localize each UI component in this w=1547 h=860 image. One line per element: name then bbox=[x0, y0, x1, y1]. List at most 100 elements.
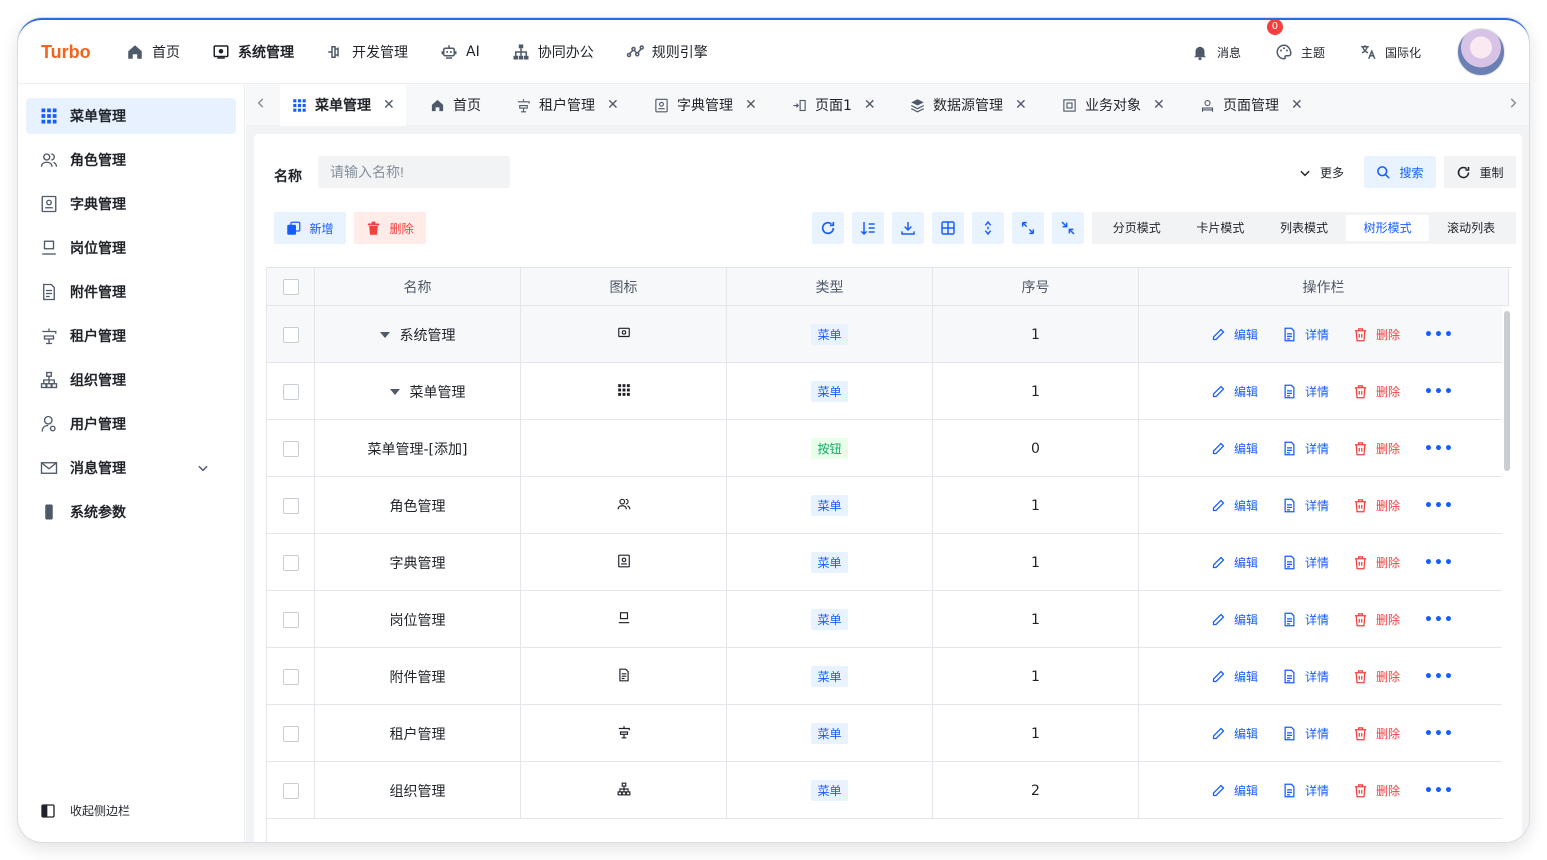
edit-button[interactable]: 编辑 bbox=[1211, 497, 1258, 514]
tab-home[interactable]: 首页 bbox=[418, 84, 481, 126]
edit-button[interactable]: 编辑 bbox=[1211, 668, 1258, 685]
sidebar-item-post[interactable]: 岗位管理 bbox=[26, 230, 236, 266]
refresh-table-button[interactable] bbox=[812, 212, 844, 244]
tab-dictionary[interactable]: 字典管理 ✕ bbox=[642, 84, 757, 126]
mode-list[interactable]: 列表模式 bbox=[1262, 215, 1346, 241]
delete-button[interactable]: 删除 bbox=[1353, 611, 1400, 628]
sidebar-item-org[interactable]: 组织管理 bbox=[26, 362, 236, 398]
topnav-home[interactable]: 首页 bbox=[126, 42, 180, 62]
detail-button[interactable]: 详情 bbox=[1282, 611, 1329, 628]
more-actions-icon[interactable]: ••• bbox=[1424, 726, 1454, 742]
tab-datasource[interactable]: 数据源管理 ✕ bbox=[898, 84, 1027, 126]
delete-button[interactable]: 删除 bbox=[1353, 383, 1400, 400]
tab-business-object[interactable]: 业务对象 ✕ bbox=[1050, 84, 1165, 126]
close-icon[interactable]: ✕ bbox=[745, 97, 757, 113]
table-row[interactable]: 岗位管理 菜单 1 编辑 详情 删除 ••• bbox=[267, 591, 1509, 648]
row-checkbox[interactable] bbox=[282, 383, 299, 400]
table-row[interactable]: 组织管理 菜单 2 编辑 详情 删除 ••• bbox=[267, 762, 1509, 819]
more-actions-icon[interactable]: ••• bbox=[1424, 384, 1454, 400]
more-actions-icon[interactable]: ••• bbox=[1424, 441, 1454, 457]
delete-button[interactable]: 删除 bbox=[1353, 725, 1400, 742]
row-checkbox[interactable] bbox=[282, 782, 299, 799]
table-row[interactable]: 字典管理 菜单 1 编辑 详情 删除 ••• bbox=[267, 534, 1509, 591]
download-button[interactable] bbox=[892, 212, 924, 244]
topnav-collab[interactable]: 协同办公 bbox=[512, 42, 594, 62]
detail-button[interactable]: 详情 bbox=[1282, 668, 1329, 685]
column-header-name[interactable]: 名称 bbox=[315, 268, 521, 306]
row-checkbox[interactable] bbox=[282, 611, 299, 628]
sort-button[interactable] bbox=[852, 212, 884, 244]
select-all-checkbox[interactable] bbox=[282, 278, 299, 295]
table-row[interactable]: 菜单管理-[添加] 按钮 0 编辑 详情 删除 ••• bbox=[267, 420, 1509, 477]
close-icon[interactable]: ✕ bbox=[1153, 97, 1165, 113]
mode-pagination[interactable]: 分页模式 bbox=[1095, 215, 1179, 241]
detail-button[interactable]: 详情 bbox=[1282, 497, 1329, 514]
sidebar-item-attachment[interactable]: 附件管理 bbox=[26, 274, 236, 310]
column-header-order[interactable]: 序号 bbox=[933, 268, 1139, 306]
close-icon[interactable]: ✕ bbox=[607, 97, 619, 113]
more-actions-icon[interactable]: ••• bbox=[1424, 612, 1454, 628]
more-actions-icon[interactable]: ••• bbox=[1424, 498, 1454, 514]
expand-caret-icon[interactable] bbox=[379, 331, 390, 338]
column-header-type[interactable]: 类型 bbox=[727, 268, 933, 306]
edit-button[interactable]: 编辑 bbox=[1211, 725, 1258, 742]
sidebar-item-dictionary[interactable]: 字典管理 bbox=[26, 186, 236, 222]
chevron-left-icon[interactable] bbox=[254, 96, 268, 110]
tab-page1[interactable]: 页面1 ✕ bbox=[780, 84, 876, 126]
name-search-input[interactable] bbox=[318, 156, 510, 188]
detail-button[interactable]: 详情 bbox=[1282, 440, 1329, 457]
delete-button[interactable]: 删除 bbox=[1353, 554, 1400, 571]
edit-button[interactable]: 编辑 bbox=[1211, 326, 1258, 343]
table-row[interactable]: 附件管理 菜单 1 编辑 详情 删除 ••• bbox=[267, 648, 1509, 705]
table-row[interactable]: 系统管理 菜单 1 编辑 详情 删除 ••• bbox=[267, 306, 1509, 363]
delete-button[interactable]: 删除 bbox=[1353, 668, 1400, 685]
row-checkbox[interactable] bbox=[282, 326, 299, 343]
edit-button[interactable]: 编辑 bbox=[1211, 440, 1258, 457]
add-button[interactable]: 新增 bbox=[274, 212, 346, 244]
close-icon[interactable]: ✕ bbox=[383, 97, 395, 113]
topnav-system[interactable]: 系统管理 bbox=[212, 42, 294, 62]
tab-tenant[interactable]: 租户管理 ✕ bbox=[504, 84, 619, 126]
detail-button[interactable]: 详情 bbox=[1282, 725, 1329, 742]
delete-button[interactable]: 删除 bbox=[1353, 782, 1400, 799]
sidebar-item-params[interactable]: 系统参数 bbox=[26, 494, 236, 530]
table-row[interactable]: 菜单管理 菜单 1 编辑 详情 删除 ••• bbox=[267, 363, 1509, 420]
user-avatar[interactable] bbox=[1457, 28, 1505, 76]
detail-button[interactable]: 详情 bbox=[1282, 554, 1329, 571]
row-checkbox[interactable] bbox=[282, 668, 299, 685]
topnav-ai[interactable]: AI bbox=[440, 43, 480, 61]
scrollbar-thumb[interactable] bbox=[1504, 311, 1510, 471]
reset-button[interactable]: 重制 bbox=[1444, 156, 1516, 188]
more-filters-button[interactable]: 更多 bbox=[1298, 164, 1344, 181]
close-icon[interactable]: ✕ bbox=[864, 97, 876, 113]
sidebar-item-role[interactable]: 角色管理 bbox=[26, 142, 236, 178]
edit-button[interactable]: 编辑 bbox=[1211, 554, 1258, 571]
language-button[interactable]: 国际化 bbox=[1359, 43, 1421, 61]
fullscreen-button[interactable] bbox=[1012, 212, 1044, 244]
table-row[interactable]: 角色管理 菜单 1 编辑 详情 删除 ••• bbox=[267, 477, 1509, 534]
mode-scroll[interactable]: 滚动列表 bbox=[1429, 215, 1513, 241]
sidebar-item-menu[interactable]: 菜单管理 bbox=[26, 98, 236, 134]
edit-button[interactable]: 编辑 bbox=[1211, 611, 1258, 628]
expand-caret-icon[interactable] bbox=[389, 388, 400, 395]
mode-card[interactable]: 卡片模式 bbox=[1179, 215, 1263, 241]
more-actions-icon[interactable]: ••• bbox=[1424, 555, 1454, 571]
close-icon[interactable]: ✕ bbox=[1291, 97, 1303, 113]
tab-page-manage[interactable]: 页面管理 ✕ bbox=[1188, 84, 1303, 126]
collapse-sidebar-button[interactable]: 收起侧边栏 bbox=[40, 802, 130, 819]
topnav-dev[interactable]: 开发管理 bbox=[326, 42, 408, 62]
columns-button[interactable] bbox=[932, 212, 964, 244]
row-checkbox[interactable] bbox=[282, 554, 299, 571]
close-icon[interactable]: ✕ bbox=[1015, 97, 1027, 113]
row-checkbox[interactable] bbox=[282, 440, 299, 457]
delete-button[interactable]: 删除 bbox=[1353, 326, 1400, 343]
exit-fullscreen-button[interactable] bbox=[1052, 212, 1084, 244]
delete-button[interactable]: 删除 bbox=[1353, 497, 1400, 514]
more-actions-icon[interactable]: ••• bbox=[1424, 327, 1454, 343]
mode-tree[interactable]: 树形模式 bbox=[1345, 215, 1430, 241]
messages-button[interactable]: 消息 0 bbox=[1191, 20, 1283, 61]
detail-button[interactable]: 详情 bbox=[1282, 326, 1329, 343]
table-row[interactable]: 租户管理 菜单 1 编辑 详情 删除 ••• bbox=[267, 705, 1509, 762]
tab-menu[interactable]: 菜单管理 ✕ bbox=[280, 84, 406, 126]
column-header-icon[interactable]: 图标 bbox=[521, 268, 727, 306]
